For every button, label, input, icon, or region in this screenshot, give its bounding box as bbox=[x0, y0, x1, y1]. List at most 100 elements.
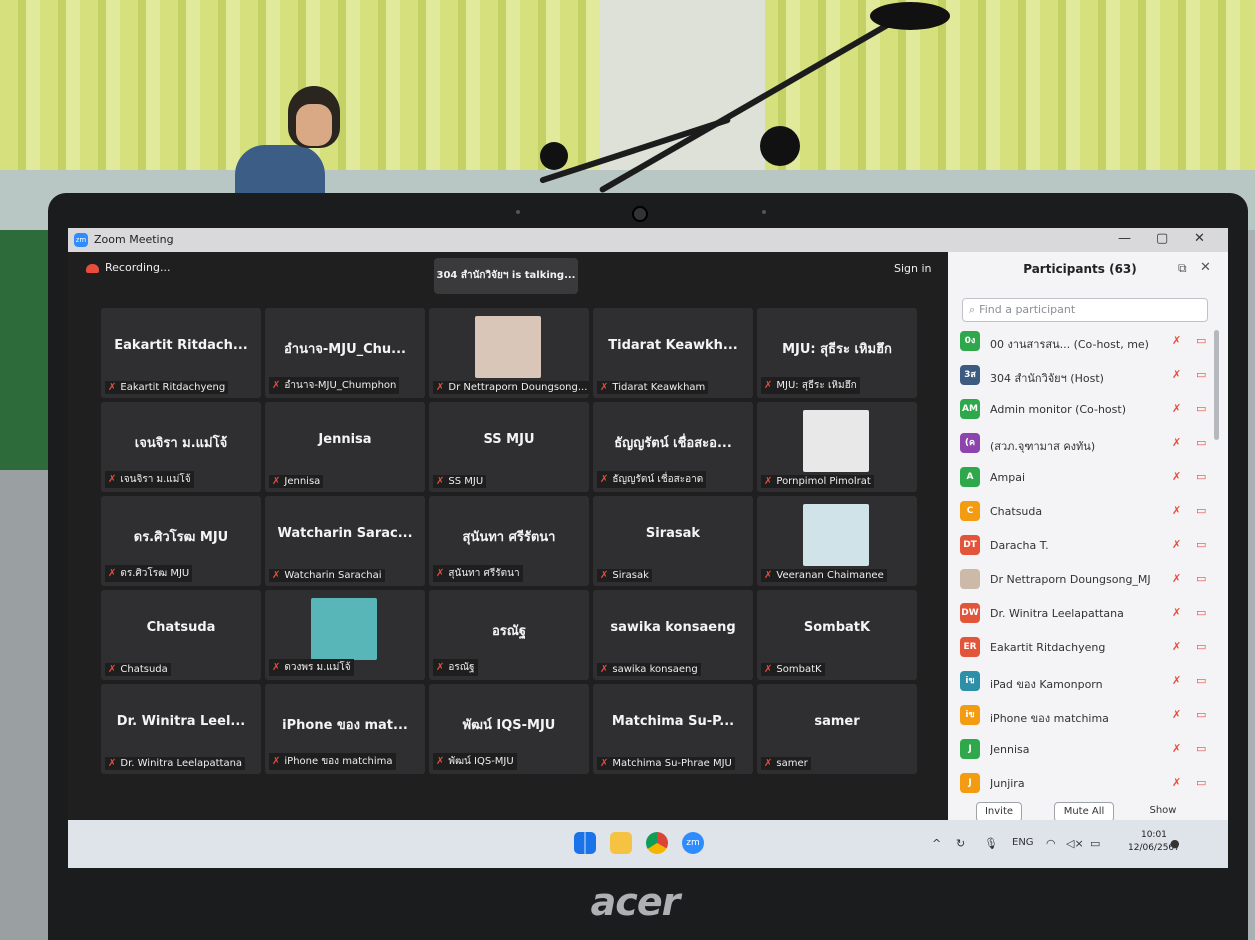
file-explorer-icon[interactable] bbox=[610, 832, 632, 854]
chrome-icon[interactable] bbox=[646, 832, 668, 854]
participant-video-tile[interactable]: Tidarat Keawkh... ✗ Tidarat Keawkham bbox=[593, 308, 753, 398]
mic-muted-icon: ✗ bbox=[108, 382, 117, 393]
participant-search-input[interactable]: ⌕ Find a participant bbox=[962, 298, 1208, 322]
minimize-button[interactable]: — bbox=[1118, 231, 1131, 246]
popout-icon[interactable]: ⧉ bbox=[1178, 261, 1187, 276]
show-desktop-button[interactable]: Show desktop bbox=[1128, 802, 1198, 834]
wifi-icon[interactable]: ◠ bbox=[1046, 837, 1056, 850]
participant-video-tile[interactable]: Watcharin Sarac... ✗ Watcharin Sarachai bbox=[265, 496, 425, 586]
search-placeholder: Find a participant bbox=[979, 303, 1076, 316]
mic-muted-icon: ✗ bbox=[436, 756, 445, 767]
participant-label-text: Eakartit Ritdachyeng bbox=[120, 382, 226, 393]
participant-tile-name: Jennisa bbox=[318, 432, 372, 447]
participant-row[interactable]: C Chatsuda ✗ ▭ bbox=[960, 496, 1210, 526]
tray-chevron-icon[interactable]: ^ bbox=[932, 837, 941, 850]
sync-icon[interactable]: ↻ bbox=[956, 837, 965, 850]
participant-name-label: ✗ sawika konsaeng bbox=[597, 663, 701, 676]
participant-video-tile[interactable]: Dr. Winitra Leel... ✗ Dr. Winitra Leelapat… bbox=[101, 684, 261, 774]
participant-row[interactable]: DW Dr. Winitra Leelapattana ✗ ▭ bbox=[960, 598, 1210, 628]
participant-video-tile[interactable]: iPhone ของ mat... ✗ iPhone ของ matchima bbox=[265, 684, 425, 774]
participants-title: Participants (63) bbox=[1023, 262, 1137, 276]
participant-tile-name: เจนจิรา ม.แม่โจ้ bbox=[134, 436, 228, 451]
participant-row[interactable]: A Ampai ✗ ▭ bbox=[960, 462, 1210, 492]
avatar: iข bbox=[960, 671, 980, 691]
participant-row[interactable]: iข iPhone ของ matchima ✗ ▭ bbox=[960, 700, 1210, 730]
participant-label-text: sawika konsaeng bbox=[612, 664, 698, 675]
avatar: AM bbox=[960, 399, 980, 419]
mute-all-button[interactable]: Mute All bbox=[1054, 802, 1114, 822]
participant-video-tile[interactable]: SombatK ✗ SombatK bbox=[757, 590, 917, 680]
participant-row[interactable]: iข iPad ของ Kamonporn ✗ ▭ bbox=[960, 666, 1210, 696]
participant-row[interactable]: J Junjira ✗ ▭ bbox=[960, 768, 1210, 796]
mic-muted-icon: ✗ bbox=[1172, 572, 1182, 585]
participant-video-tile[interactable]: Sirasak ✗ Sirasak bbox=[593, 496, 753, 586]
participant-name-label: ✗ อรณัฐ bbox=[433, 659, 478, 676]
participant-list-scrollbar[interactable] bbox=[1214, 330, 1219, 440]
participant-video-tile[interactable]: ✗ ดวงพร ม.แม่โจ้ bbox=[265, 590, 425, 680]
language-indicator[interactable]: ENG bbox=[1012, 837, 1034, 848]
participant-label-text: Veeranan Chaimanee bbox=[776, 570, 884, 581]
volume-icon[interactable]: ◁× bbox=[1066, 837, 1084, 850]
participant-video-tile[interactable]: ✗ Veeranan Chaimanee bbox=[757, 496, 917, 586]
close-panel-icon[interactable]: ✕ bbox=[1200, 260, 1211, 275]
search-icon: ⌕ bbox=[969, 303, 976, 316]
windows-start-icon[interactable] bbox=[574, 832, 596, 854]
recording-indicator[interactable]: Recording... bbox=[86, 261, 171, 274]
video-off-icon: ▭ bbox=[1196, 504, 1207, 517]
participant-name-label: ✗ Jennisa bbox=[269, 475, 324, 488]
battery-icon[interactable]: ▭ bbox=[1090, 837, 1100, 850]
participant-video-tile[interactable]: samer ✗ samer bbox=[757, 684, 917, 774]
sign-in-link[interactable]: Sign in bbox=[894, 262, 932, 275]
participant-row[interactable]: J Jennisa ✗ ▭ bbox=[960, 734, 1210, 764]
participant-row[interactable]: (ค (สวภ.จุฑามาส คงทัน) ✗ ▭ bbox=[960, 428, 1210, 458]
participant-tile-name: SombatK bbox=[803, 620, 871, 635]
mic-muted-icon: ✗ bbox=[1172, 504, 1182, 517]
participant-video-tile[interactable]: อำนาจ-MJU_Chu... ✗ อำนาจ-MJU_Chumphon bbox=[265, 308, 425, 398]
video-off-icon: ▭ bbox=[1196, 334, 1207, 347]
left-grey-object bbox=[0, 470, 55, 940]
participant-row[interactable]: ER Eakartit Ritdachyeng ✗ ▭ bbox=[960, 632, 1210, 662]
participant-video-tile[interactable]: sawika konsaeng ✗ sawika konsaeng bbox=[593, 590, 753, 680]
participant-video-tile[interactable]: MJU: สุธีระ เหิมฮึก ✗ MJU: สุธีระ เหิมฮึก bbox=[757, 308, 917, 398]
participant-row[interactable]: 3ส 304 สำนักวิจัยฯ (Host) ✗ ▭ bbox=[960, 360, 1210, 390]
participant-tile-name: SS MJU bbox=[483, 432, 535, 447]
avatar: 3ส bbox=[960, 365, 980, 385]
participant-video-tile[interactable]: Matchima Su-P... ✗ Matchima Su-Phrae MJU bbox=[593, 684, 753, 774]
participant-video-tile[interactable]: ✗ Dr Nettraporn Doungsong... bbox=[429, 308, 589, 398]
participant-row[interactable]: 0ง 00 งานสารสน... (Co-host, me) ✗ ▭ bbox=[960, 326, 1210, 356]
zoom-taskbar-icon[interactable]: zm bbox=[682, 832, 704, 854]
mic-head bbox=[870, 2, 950, 30]
close-button[interactable]: ✕ bbox=[1194, 231, 1205, 246]
participant-video-tile[interactable]: Eakartit Ritdach... ✗ Eakartit Ritdachyeng bbox=[101, 308, 261, 398]
mic-muted-icon: ✗ bbox=[436, 662, 445, 673]
participant-name: Eakartit Ritdachyeng bbox=[990, 641, 1106, 654]
participant-video-tile[interactable]: สุนันทา ศรีรัตนา ✗ สุนันทา ศรีรัตนา bbox=[429, 496, 589, 586]
participant-row[interactable]: AM Admin monitor (Co-host) ✗ ▭ bbox=[960, 394, 1210, 424]
participant-video-tile[interactable]: พัฒน์ IQS-MJU ✗ พัฒน์ IQS-MJU bbox=[429, 684, 589, 774]
microphone-icon[interactable]: 🎙 bbox=[984, 837, 998, 850]
participant-video-tile[interactable]: Chatsuda ✗ Chatsuda bbox=[101, 590, 261, 680]
participant-row[interactable]: DT Daracha T. ✗ ▭ bbox=[960, 530, 1210, 560]
participant-video-tile[interactable]: ✗ Pornpimol Pimolrat bbox=[757, 402, 917, 492]
participant-name: 304 สำนักวิจัยฯ (Host) bbox=[990, 372, 1104, 385]
participant-label-text: อำนาจ-MJU_Chumphon bbox=[284, 380, 397, 391]
participant-row[interactable]: Dr Nettraporn Doungsong_MJU ✗ ▭ bbox=[960, 564, 1210, 594]
zoom-app-icon: zm bbox=[74, 233, 88, 247]
avatar: J bbox=[960, 739, 980, 759]
participant-label-text: อรณัฐ bbox=[448, 662, 475, 673]
participant-tile-name: พัฒน์ IQS-MJU bbox=[462, 718, 556, 733]
video-grid: Eakartit Ritdach... ✗ Eakartit Ritdachyeng… bbox=[101, 308, 921, 778]
participant-video-tile[interactable]: เจนจิรา ม.แม่โจ้ ✗ เจนจิรา ม.แม่โจ้ bbox=[101, 402, 261, 492]
participant-video-tile[interactable]: อรณัฐ ✗ อรณัฐ bbox=[429, 590, 589, 680]
mic-muted-icon: ✗ bbox=[272, 570, 281, 581]
invite-button[interactable]: Invite bbox=[976, 802, 1022, 822]
notification-bell-icon[interactable]: ● bbox=[1170, 837, 1180, 850]
participant-video-tile[interactable]: Jennisa ✗ Jennisa bbox=[265, 402, 425, 492]
participant-video-tile[interactable]: ธัญญรัตน์ เชื่อสะอ... ✗ ธัญญรัตน์ เชื่อสะอ… bbox=[593, 402, 753, 492]
maximize-button[interactable]: ▢ bbox=[1156, 231, 1168, 246]
participant-video-tile[interactable]: ดร.ศิวโรฒ MJU ✗ ดร.ศิวโรฒ MJU bbox=[101, 496, 261, 586]
participant-name-label: ✗ iPhone ของ matchima bbox=[269, 753, 396, 770]
mic-muted-icon: ✗ bbox=[272, 380, 281, 391]
mic-muted-icon: ✗ bbox=[1172, 674, 1182, 687]
participant-video-tile[interactable]: SS MJU ✗ SS MJU bbox=[429, 402, 589, 492]
